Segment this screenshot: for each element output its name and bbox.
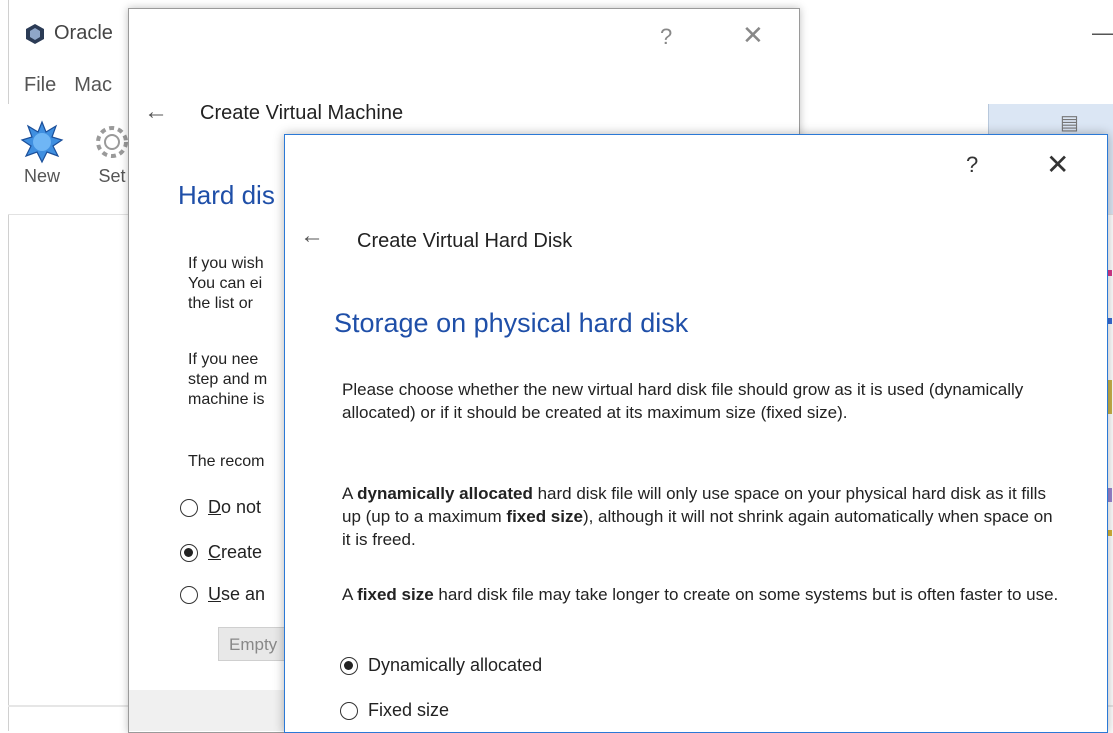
create-hard-disk-dialog — [284, 134, 1108, 733]
option-fixed-size[interactable]: Fixed size — [340, 700, 449, 721]
paragraph: A dynamically allocated hard disk file w… — [342, 482, 1062, 551]
mnemonic: C — [208, 542, 221, 562]
bold-term: fixed size — [506, 507, 583, 526]
bold-term: dynamically allocated — [357, 484, 533, 503]
mnemonic: U — [208, 584, 221, 604]
paragraph-line: step and m — [188, 371, 268, 388]
paragraph-line: the list or — [188, 295, 253, 312]
option-label: Fixed size — [368, 700, 450, 720]
paragraph-line: machine is — [188, 391, 265, 408]
paragraph: The recom — [188, 453, 265, 470]
toolbar: New Set — [12, 120, 142, 187]
new-button-label: New — [23, 166, 60, 186]
text-run: A — [342, 585, 358, 604]
settings-button-label: Set — [98, 166, 126, 186]
option-create-disk[interactable]: Create — [180, 542, 262, 563]
paragraph: Please choose whether the new virtual ha… — [342, 380, 1024, 422]
option-label-text: o not — [221, 497, 262, 517]
paragraph-line: If you wish — [188, 255, 264, 272]
option-label-text: reate — [221, 542, 263, 562]
page-heading: Storage on physical hard disk — [334, 308, 689, 338]
option-label: Dynamically allocated — [368, 655, 543, 675]
app-title-text: Oracle — [54, 22, 113, 44]
option-label: Do not — [208, 497, 261, 518]
menu-machine[interactable]: Mac — [74, 74, 112, 97]
menu-bar: File Mac — [24, 74, 112, 97]
new-button[interactable]: New — [12, 120, 72, 187]
close-button[interactable]: ✕ — [742, 20, 764, 51]
radio-button[interactable] — [180, 498, 198, 517]
close-button[interactable]: ✕ — [1046, 148, 1069, 181]
menu-file[interactable]: File — [24, 74, 56, 97]
back-arrow-icon[interactable]: ← — [144, 98, 168, 126]
radio-button[interactable] — [340, 656, 358, 675]
paragraph-line: You can ei — [188, 275, 263, 292]
option-label-text: se an — [221, 584, 266, 604]
help-button[interactable]: ? — [660, 24, 672, 50]
option-label: Use an — [208, 584, 265, 605]
text-run: A — [342, 484, 358, 503]
virtualbox-logo-icon — [26, 23, 44, 44]
radio-button[interactable] — [340, 701, 358, 720]
option-use-existing[interactable]: Use an — [180, 584, 265, 605]
option-dynamically-allocated[interactable]: Dynamically allocated — [340, 655, 542, 676]
text-run: hard disk file may take longer to create… — [433, 585, 1059, 604]
option-no-disk[interactable]: Do not — [180, 497, 261, 518]
dialog-title: Create Virtual Machine — [200, 102, 404, 124]
page-heading: Hard dis — [178, 180, 275, 210]
new-star-icon — [20, 120, 64, 164]
help-button[interactable]: ? — [966, 152, 978, 178]
radio-button[interactable] — [180, 543, 198, 562]
back-arrow-icon[interactable]: ← — [300, 222, 324, 250]
app-title: Oracle — [24, 22, 113, 45]
paragraph-line: If you nee — [188, 351, 259, 368]
paragraph: A fixed size hard disk file may take lon… — [342, 583, 1062, 606]
dialog-title: Create Virtual Hard Disk — [357, 230, 573, 252]
paragraph: If you nee step and m machine is — [188, 350, 267, 410]
mnemonic: D — [208, 497, 221, 517]
radio-button[interactable] — [180, 585, 198, 604]
option-label: Create — [208, 542, 262, 563]
bold-term: fixed size — [357, 585, 434, 604]
paragraph: If you wish You can ei the list or — [188, 254, 264, 314]
minimize-button[interactable]: — — [1092, 20, 1113, 46]
